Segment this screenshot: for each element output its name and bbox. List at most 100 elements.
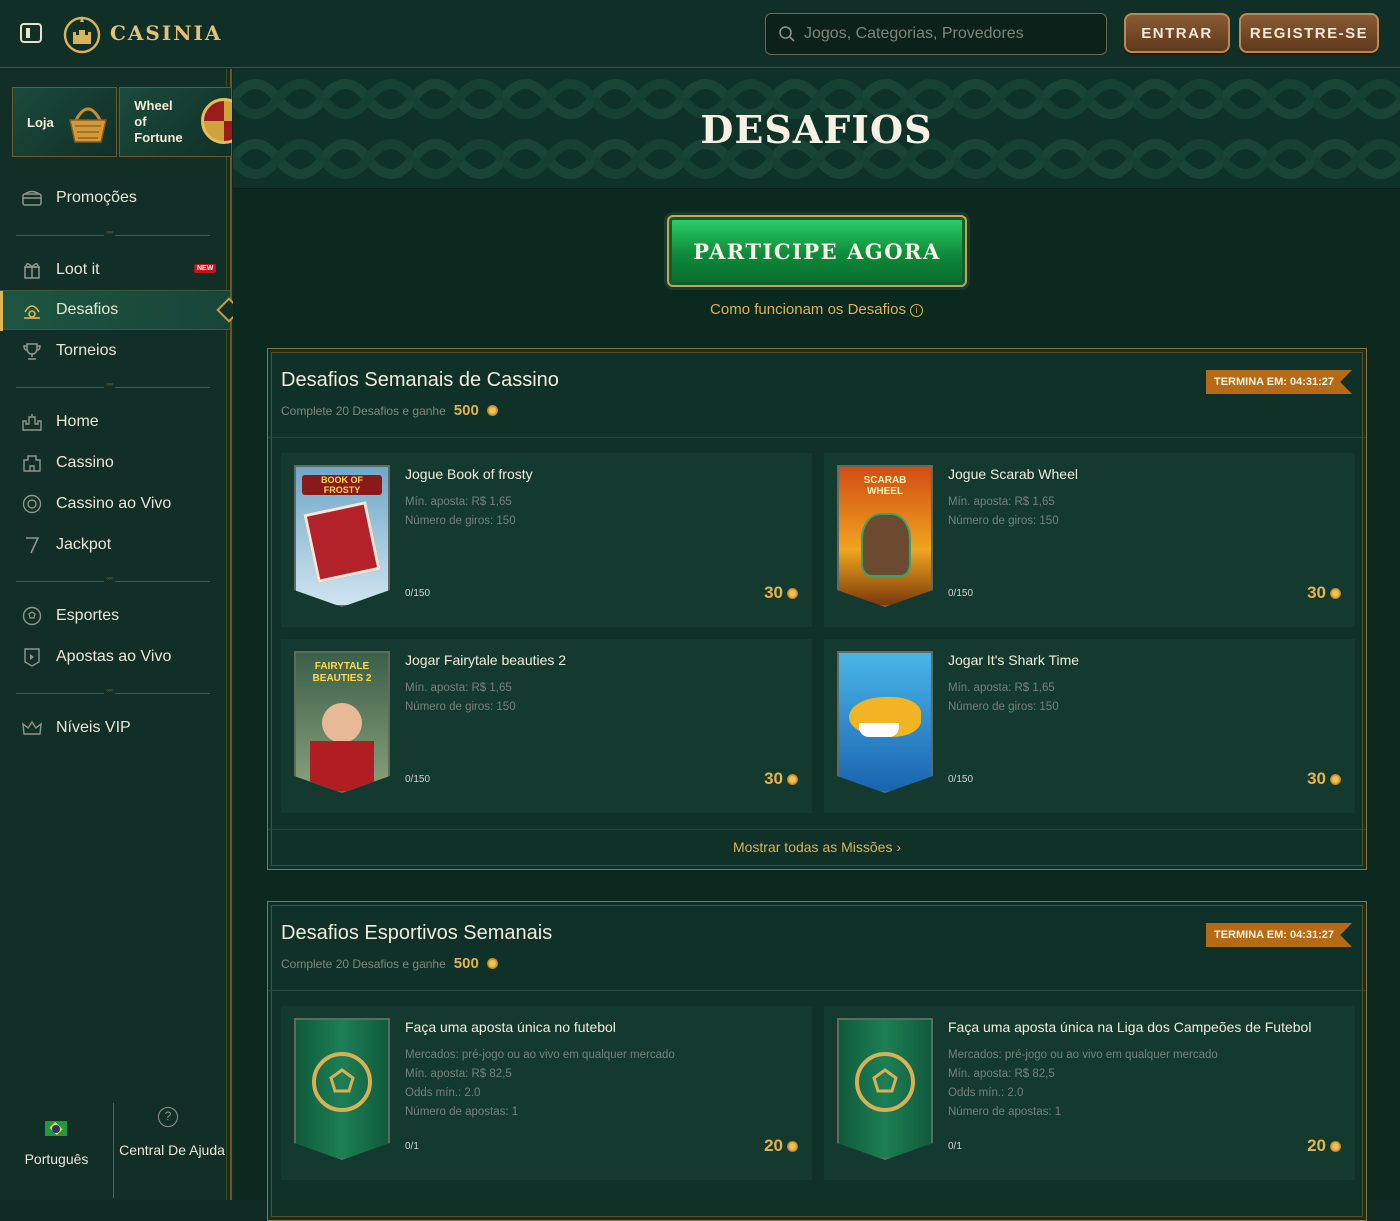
promo-wheel-card[interactable]: Wheel of Fortune — [119, 87, 232, 157]
coin-icon — [787, 773, 798, 785]
countdown-badge: TERMINA EM: 04:31:27 — [1205, 923, 1352, 947]
coin-icon — [1330, 1140, 1341, 1152]
show-all-missions-link[interactable]: Mostrar todas as Missões › — [268, 839, 1366, 855]
card-detail: Mín. aposta: R$ 82,5 — [405, 1068, 512, 1080]
language-selector[interactable]: Português — [0, 1151, 113, 1167]
challenge-card[interactable]: Faça uma aposta única no futebol Mercado… — [281, 1006, 812, 1180]
game-thumbnail[interactable] — [837, 651, 933, 793]
panel-subtitle: Complete 20 Desafios e ganhe 500 — [281, 402, 498, 419]
soccer-ball-icon — [22, 606, 42, 626]
card-title: Jogar Fairytale beauties 2 — [405, 652, 567, 668]
card-details: Mín. aposta: R$ 1,65 Número de giros: 15… — [948, 493, 1059, 531]
card-details: Mercados: pré-jogo ou ao vivo em qualque… — [948, 1046, 1218, 1122]
trophy-icon — [22, 341, 42, 361]
challenge-card[interactable]: Faça uma aposta única na Liga dos Campeõ… — [824, 1006, 1355, 1180]
sport-thumbnail[interactable] — [837, 1018, 933, 1160]
promo-row: Loja Wheel of Fortune — [12, 87, 232, 157]
sidebar-item-torneios[interactable]: Torneios — [0, 331, 230, 371]
search-icon — [779, 26, 795, 42]
panel-subtitle-text: Complete 20 Desafios e ganhe — [281, 403, 446, 418]
challenge-card[interactable]: FAIRYTALE BEAUTIES 2 Jogar Fairytale bea… — [281, 639, 812, 813]
card-progress: 0/1 — [948, 1141, 962, 1152]
help-center-link[interactable]: Central De Ajuda — [114, 1141, 230, 1160]
brazil-flag-icon[interactable] — [45, 1121, 67, 1136]
card-detail: Mín. aposta: R$ 1,65 — [405, 682, 512, 694]
sidebar-divider — [16, 573, 210, 583]
join-now-button[interactable]: PARTICIPE AGORA — [667, 215, 967, 287]
card-detail: Número de giros: 150 — [948, 701, 1059, 713]
panel-subtitle: Complete 20 Desafios e ganhe 500 — [281, 955, 498, 972]
card-detail: Odds mín.: 2.0 — [405, 1087, 481, 1099]
sidebar-item-niveis-vip[interactable]: Níveis VIP — [0, 708, 230, 748]
game-thumbnail[interactable]: BOOK OF FROSTY — [294, 465, 390, 607]
card-detail: Número de apostas: 1 — [948, 1106, 1062, 1118]
panel-subtitle-text: Complete 20 Desafios e ganhe — [281, 956, 446, 971]
card-details: Mín. aposta: R$ 1,65 Número de giros: 15… — [948, 679, 1059, 717]
wheel-icon — [201, 98, 232, 144]
promo-shop-card[interactable]: Loja — [12, 87, 118, 157]
panel-divider — [268, 829, 1366, 830]
coin-icon — [486, 958, 498, 969]
sidebar-item-desafios[interactable]: Desafios — [0, 290, 230, 331]
promo-wheel-line-3: Fortune — [134, 130, 183, 145]
card-reward-value: 20 — [764, 1136, 783, 1155]
sport-thumbnail[interactable] — [294, 1018, 390, 1160]
sidebar-item-promocoes[interactable]: Promoções — [0, 178, 230, 218]
chip-icon — [22, 494, 42, 514]
card-detail: Número de apostas: 1 — [405, 1106, 519, 1118]
sidebar-item-home[interactable]: Home — [0, 402, 230, 442]
card-title: Faça uma aposta única no futebol — [405, 1019, 616, 1035]
login-button[interactable]: ENTRAR — [1124, 13, 1230, 53]
card-detail: Mín. aposta: R$ 1,65 — [948, 496, 1055, 508]
card-reward: 30 — [1307, 769, 1341, 789]
card-reward-value: 30 — [1307, 583, 1326, 602]
register-button[interactable]: REGISTRE-SE — [1239, 13, 1379, 53]
sidebar-item-label: Cassino ao Vivo — [56, 495, 172, 512]
card-progress: 0/150 — [405, 774, 431, 785]
sidebar-item-label: Promoções — [56, 189, 137, 206]
sidebar-divider — [16, 685, 210, 695]
brand-name: CASINIA — [110, 21, 223, 45]
search-box[interactable] — [765, 13, 1107, 55]
panel-reward: 500 — [453, 402, 479, 419]
sidebar-item-label: Desafios — [56, 301, 119, 318]
card-progress: 0/150 — [948, 774, 974, 785]
search-input[interactable] — [804, 25, 1094, 43]
page-title: DESAFIOS — [700, 107, 933, 152]
sidebar-item-esportes[interactable]: Esportes — [0, 596, 230, 636]
sidebar-item-loot-it[interactable]: Loot it NEW — [0, 250, 230, 290]
card-reward: 30 — [764, 583, 798, 603]
card-detail: Número de giros: 150 — [948, 515, 1059, 527]
soccer-ball-icon — [855, 1052, 915, 1112]
new-badge: NEW — [194, 264, 217, 273]
card-details: Mín. aposta: R$ 1,65 Número de giros: 15… — [405, 493, 516, 531]
main-content: DESAFIOS PARTICIPE AGORA Como funcionam … — [233, 69, 1400, 1221]
castle-icon — [22, 412, 42, 432]
card-title: Jogar It's Shark Time — [948, 652, 1080, 668]
card-details: Mercados: pré-jogo ou ao vivo em qualque… — [405, 1046, 675, 1122]
card-progress: 0/150 — [948, 588, 974, 599]
card-detail: Número de giros: 150 — [405, 515, 516, 527]
casino-icon — [22, 453, 42, 473]
challenge-card[interactable]: BOOK OF FROSTY Jogue Book of frosty Mín.… — [281, 453, 812, 627]
game-thumbnail[interactable]: SCARAB WHEEL — [837, 465, 933, 607]
sidebar-toggle-icon[interactable] — [20, 23, 42, 43]
help-icon[interactable]: ? — [158, 1107, 178, 1127]
card-reward-value: 30 — [764, 583, 783, 602]
how-it-works-link[interactable]: Como funcionam os Desafios i — [233, 301, 1400, 318]
hero-banner: DESAFIOS — [233, 69, 1400, 189]
card-title: Faça uma aposta única na Liga dos Campeõ… — [948, 1019, 1312, 1035]
sidebar-item-label: Loot it — [56, 261, 100, 278]
logo[interactable]: CASINIA — [62, 12, 222, 54]
challenge-card[interactable]: Jogar It's Shark Time Mín. aposta: R$ 1,… — [824, 639, 1355, 813]
sidebar-divider — [16, 379, 210, 389]
top-bar: CASINIA ENTRAR REGISTRE-SE — [0, 0, 1400, 68]
sidebar-item-apostas-ao-vivo[interactable]: Apostas ao Vivo — [0, 637, 230, 677]
sidebar-item-jackpot[interactable]: Jackpot — [0, 525, 230, 565]
panel-reward: 500 — [453, 955, 479, 972]
sidebar-item-cassino[interactable]: Cassino — [0, 443, 230, 483]
game-thumbnail[interactable]: FAIRYTALE BEAUTIES 2 — [294, 651, 390, 793]
challenge-card[interactable]: SCARAB WHEEL Jogue Scarab Wheel Mín. apo… — [824, 453, 1355, 627]
sidebar-item-cassino-ao-vivo[interactable]: Cassino ao Vivo — [0, 484, 230, 524]
crown-icon — [22, 718, 42, 738]
